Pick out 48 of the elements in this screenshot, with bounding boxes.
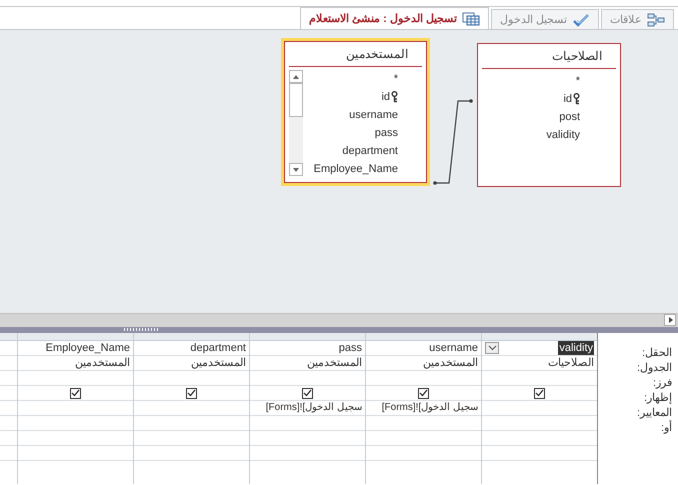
field-cell[interactable]: pass bbox=[250, 341, 365, 356]
show-checkbox[interactable] bbox=[302, 388, 313, 398]
table-relations-icon bbox=[647, 12, 665, 26]
grip-icon[interactable] bbox=[124, 328, 158, 331]
field-name[interactable]: pass bbox=[374, 127, 398, 139]
caret-icon bbox=[488, 345, 496, 351]
show-checkbox[interactable] bbox=[186, 388, 197, 398]
show-checkbox[interactable] bbox=[70, 388, 81, 398]
field-name[interactable]: Employee_Name bbox=[314, 163, 398, 175]
field-cell[interactable]: username bbox=[366, 341, 481, 356]
vertical-scrollbar[interactable] bbox=[289, 70, 303, 176]
row-label: إظهار: bbox=[642, 391, 673, 406]
row-label: الحقل: bbox=[640, 346, 673, 361]
table-cell: الصلاحيات bbox=[482, 356, 597, 371]
dropdown-button[interactable] bbox=[485, 342, 499, 354]
horizontal-scrollbar[interactable] bbox=[0, 313, 678, 327]
field-name[interactable]: department bbox=[342, 145, 398, 157]
selected-field-text: validity bbox=[558, 341, 594, 355]
table-cell: المستخدمين bbox=[18, 356, 133, 371]
field-name[interactable]: username bbox=[349, 109, 398, 121]
field-name[interactable]: post bbox=[559, 111, 580, 123]
criteria-cell[interactable]: [Forms]![سجيل الدخول bbox=[382, 401, 478, 415]
show-checkbox[interactable] bbox=[534, 388, 545, 398]
row-label: أو: bbox=[660, 421, 673, 436]
query-grid-icon bbox=[462, 12, 480, 26]
row-label: الجدول: bbox=[636, 361, 673, 376]
criteria-cell[interactable]: [Forms]![سجيل الدخول bbox=[266, 401, 362, 415]
field-name[interactable]: * bbox=[394, 73, 398, 85]
table-cell: المستخدمين bbox=[134, 356, 249, 371]
scroll-right-icon[interactable] bbox=[664, 314, 676, 326]
field-name[interactable]: validity bbox=[546, 129, 580, 141]
tab[interactable]: تسجيل الدخول : منشئ الاستعلام bbox=[300, 7, 489, 29]
scroll-up-icon[interactable] bbox=[289, 70, 303, 83]
row-label: المعايير: bbox=[636, 406, 673, 420]
table-title: الصلاحيات bbox=[482, 44, 616, 69]
table-title: المستخدمين bbox=[289, 42, 422, 67]
show-checkbox[interactable] bbox=[418, 388, 429, 398]
checkmark-icon bbox=[572, 12, 590, 26]
field-name[interactable]: id bbox=[381, 91, 390, 103]
field-cell[interactable]: department bbox=[134, 341, 249, 356]
table-cell: المستخدمين bbox=[366, 356, 481, 371]
scroll-thumb[interactable] bbox=[289, 83, 303, 117]
field-name[interactable]: id bbox=[563, 93, 572, 105]
table-cell: المستخدمين bbox=[250, 356, 365, 371]
scroll-down-icon[interactable] bbox=[289, 163, 303, 176]
row-label: فرز: bbox=[652, 376, 673, 391]
field-cell[interactable]: Employee_Name bbox=[18, 341, 133, 356]
field-name[interactable]: * bbox=[576, 75, 580, 87]
